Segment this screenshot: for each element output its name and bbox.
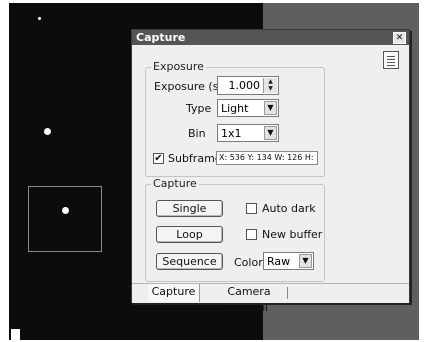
type-value: Light [221,102,249,115]
color-value: Raw [267,255,291,268]
spin-arrows-icon[interactable]: ▲ ▼ [263,78,277,93]
close-icon[interactable]: ✕ [393,32,406,44]
auto-dark-label: Auto dark [262,202,316,215]
new-buffer-checkbox[interactable] [246,229,257,240]
tab-capture[interactable]: Capture [148,284,200,302]
capture-group-label: Capture [151,177,199,190]
chevron-down-icon[interactable]: ▼ [264,101,277,115]
auto-dark-checkbox[interactable] [246,203,257,214]
exposure-label: Exposure (s) [154,80,223,93]
subframe-readout: X: 536 Y: 134 W: 126 H: [216,151,318,165]
new-buffer-label: New buffer [262,228,323,241]
sequence-button[interactable]: Sequence [156,253,223,270]
color-label: Color [234,256,263,269]
type-select[interactable]: Light ▼ [217,99,279,117]
subframe-checkbox[interactable]: ✔ [153,153,164,164]
panel-icon[interactable] [383,51,399,69]
image-corner-marker [11,329,20,340]
dialog-titlebar[interactable]: Capture ✕ [132,30,409,45]
star [38,17,41,20]
dialog-title: Capture [136,31,186,44]
single-button[interactable]: Single [156,200,223,217]
subframe-selection-box[interactable] [28,186,102,252]
bin-value: 1x1 [221,127,242,140]
exposure-group-label: Exposure [151,60,206,73]
chevron-down-icon[interactable]: ▼ [264,126,277,140]
exposure-value: 1.000 [228,79,261,92]
tab-camera-control[interactable]: Camera control [210,284,288,314]
tab-separator [287,287,288,299]
chevron-down-icon[interactable]: ▼ [299,254,312,268]
subframe-label: Subframe [168,152,222,165]
color-select[interactable]: Raw ▼ [263,252,314,270]
exposure-input[interactable]: 1.000 ▲ ▼ [217,76,279,95]
star [44,128,51,135]
type-label: Type [186,102,212,115]
bin-label: Bin [188,127,206,140]
capture-dialog: Capture ✕ Exposure Exposure (s) 1.000 ▲ ▼… [131,29,410,314]
loop-button[interactable]: Loop [156,226,223,243]
tab-bar: Capture Camera control [132,283,409,314]
bin-select[interactable]: 1x1 ▼ [217,124,279,142]
